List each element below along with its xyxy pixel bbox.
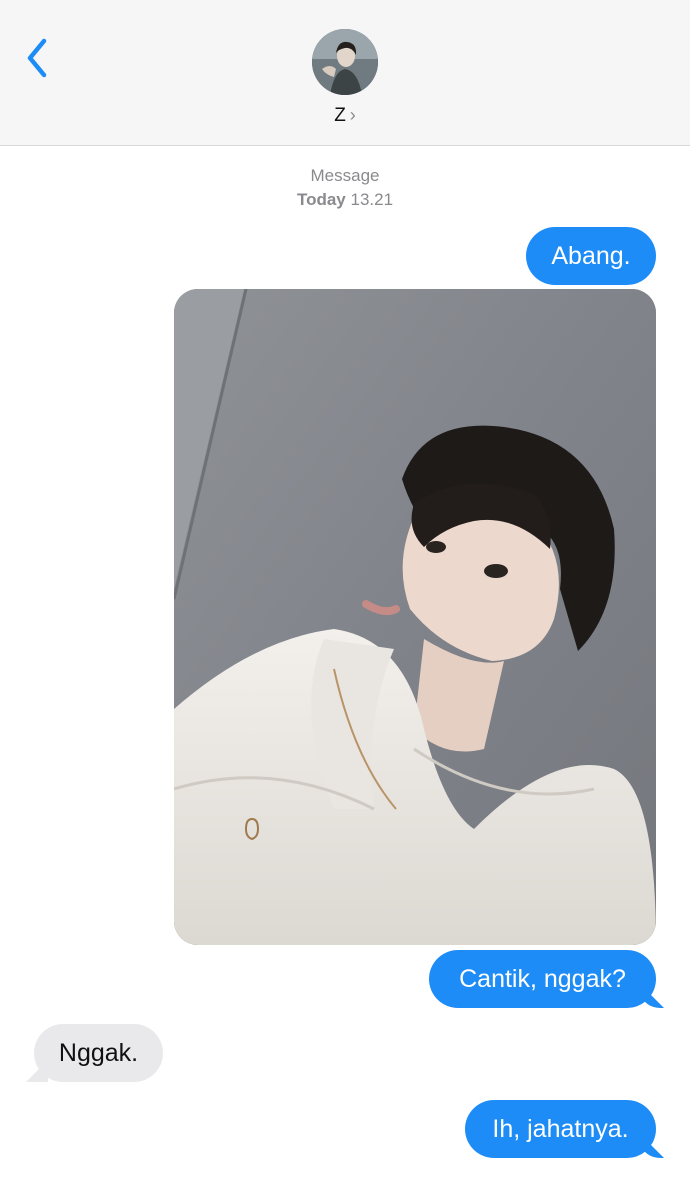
selfie-photo [174, 289, 656, 945]
message-bubble-received[interactable]: Nggak. [34, 1024, 163, 1082]
message-bubble-sent[interactable]: Cantik, nggak? [429, 950, 656, 1008]
back-button[interactable] [22, 36, 56, 80]
conversation-header: Z › [0, 0, 690, 146]
message-bubble-sent[interactable]: Ih, jahatnya. [465, 1100, 656, 1158]
contact-avatar[interactable] [312, 29, 378, 95]
timestamp: Today 13.21 [0, 190, 690, 210]
date-label: Today [296, 190, 346, 209]
time-label: 13.21 [350, 190, 394, 209]
message-bubble-sent[interactable]: Abang. [526, 227, 656, 285]
chevron-right-icon: › [349, 105, 356, 125]
contact-name-row[interactable]: Z › [0, 105, 690, 127]
contact-name: Z [334, 105, 346, 126]
service-label: Message [310, 166, 380, 185]
photo-message[interactable] [174, 289, 656, 945]
chevron-left-icon [27, 38, 47, 78]
